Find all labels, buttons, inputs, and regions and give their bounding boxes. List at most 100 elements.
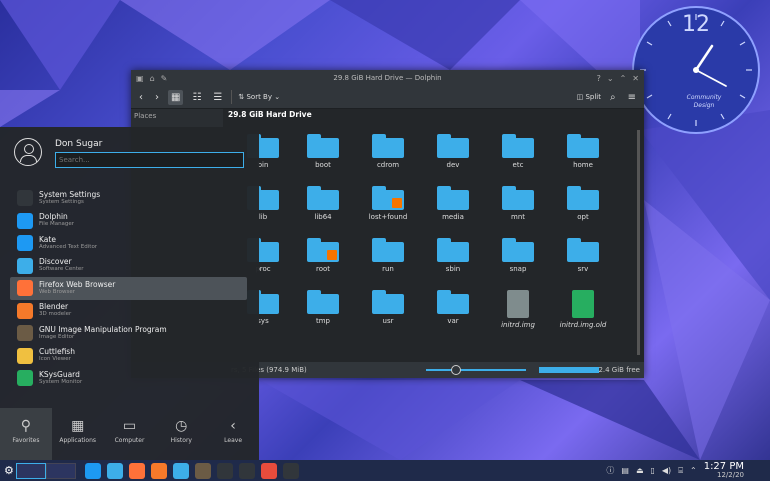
- file-item-boot[interactable]: boot: [293, 134, 353, 169]
- firefox-task-icon[interactable]: [128, 462, 145, 479]
- launcher-app-dolphin[interactable]: Dolphin File Manager: [10, 210, 247, 233]
- file-item-media[interactable]: media: [423, 186, 483, 221]
- file-item-sbin[interactable]: sbin: [423, 238, 483, 273]
- user-avatar-icon[interactable]: [14, 138, 42, 166]
- app-name: KSysGuard: [39, 369, 80, 379]
- tab-favorites[interactable]: ⚲ Favorites: [0, 408, 52, 460]
- icons-view-button[interactable]: ▦: [168, 89, 184, 105]
- file-item-usr[interactable]: usr: [358, 290, 418, 325]
- file-item-lib64[interactable]: lib64: [293, 186, 353, 221]
- app-description: 3D modeler: [39, 311, 72, 318]
- tab-applications[interactable]: ▦ Applications: [52, 408, 104, 460]
- dolphin-task-icon[interactable]: [84, 462, 101, 479]
- launcher-app-kate[interactable]: Kate Advanced Text Editor: [10, 232, 247, 255]
- window-title: 29.8 GiB Hard Drive — Dolphin: [333, 74, 442, 82]
- sort-by-button[interactable]: ⇅ Sort By ⌄: [238, 93, 280, 101]
- terminal2-task-icon[interactable]: [238, 462, 255, 479]
- launcher-app-cuttlefish[interactable]: Cuttlefish Icon Viewer: [10, 345, 247, 368]
- back-button[interactable]: ‹: [136, 90, 146, 105]
- kde-menu-icon[interactable]: ⚙: [4, 464, 14, 477]
- kate-task-icon[interactable]: [172, 462, 189, 479]
- favorites-list: System Settings System Settings Dolphin Fil…: [10, 187, 247, 390]
- app-icon: [17, 302, 33, 319]
- zoom-slider-track[interactable]: [426, 369, 526, 371]
- terminal-task-icon[interactable]: [216, 462, 233, 479]
- launcher-app-blender[interactable]: Blender 3D modeler: [10, 300, 247, 323]
- compact-view-button[interactable]: ☷: [189, 90, 204, 105]
- launcher-app-firefox-web-browser[interactable]: Firefox Web Browser Web Browser: [10, 277, 247, 300]
- pin-icon[interactable]: ✎: [161, 74, 168, 83]
- forward-button[interactable]: ›: [152, 90, 162, 105]
- favorites-icon: ⚲: [20, 418, 32, 434]
- file-grid[interactable]: bin boot cdrom dev etc home lib lib64 lost+found…: [231, 130, 631, 360]
- file-item-etc[interactable]: etc: [488, 134, 548, 169]
- expand-tray-icon[interactable]: ⌃: [690, 466, 697, 475]
- file-item-home[interactable]: home: [553, 134, 613, 169]
- tab-computer[interactable]: ▭ Computer: [104, 408, 156, 460]
- file-item-var[interactable]: var: [423, 290, 483, 325]
- search-button[interactable]: ⌕: [607, 90, 619, 105]
- ksysguard-task-icon[interactable]: [260, 462, 277, 479]
- devices-icon[interactable]: ⏏: [636, 466, 644, 475]
- app-description: System Settings: [39, 198, 84, 205]
- folder-icon: [307, 134, 339, 158]
- digital-clock[interactable]: 1:27 PM 12/2/20: [704, 461, 744, 480]
- history-icon: ◷: [175, 418, 188, 434]
- file-item-run[interactable]: run: [358, 238, 418, 273]
- volume-icon[interactable]: ◀): [662, 466, 671, 475]
- keep-above-icon[interactable]: ⌂: [150, 74, 155, 83]
- maximize-button[interactable]: ⌃: [620, 74, 627, 83]
- file-item-tmp[interactable]: tmp: [293, 290, 353, 325]
- launcher-app-discover[interactable]: Discover Software Center: [10, 255, 247, 278]
- launcher-app-ksysguard[interactable]: KSysGuard System Monitor: [10, 367, 247, 390]
- tab-leave[interactable]: ‹ Leave: [207, 408, 259, 460]
- file-item-cdrom[interactable]: cdrom: [358, 134, 418, 169]
- toolbar-separator: [231, 90, 233, 104]
- leave-icon: ‹: [230, 418, 236, 434]
- window-titlebar[interactable]: ▣ ⌂ ✎ 29.8 GiB Hard Drive — Dolphin ? ⌄ …: [131, 70, 644, 86]
- hamburger-menu-button[interactable]: ≡: [625, 90, 639, 105]
- file-label: snap: [509, 265, 527, 273]
- file-label: usr: [382, 317, 394, 325]
- network-icon[interactable]: ⌸: [678, 466, 683, 476]
- app-description: Image Editor: [39, 333, 75, 340]
- clipboard-icon[interactable]: ▤: [621, 466, 629, 475]
- breadcrumb[interactable]: 29.8 GiB Hard Drive: [228, 110, 312, 119]
- file-label: root: [315, 265, 331, 273]
- application-launcher[interactable]: Don Sugar System SettingsSystem Settings…: [0, 127, 259, 460]
- details-view-button[interactable]: ☰: [210, 90, 225, 105]
- file-item-lost-found[interactable]: lost+found: [358, 186, 418, 221]
- file-icon: [507, 290, 529, 318]
- file-item-mnt[interactable]: mnt: [488, 186, 548, 221]
- launcher-app-gnu-image-manipulation-program[interactable]: GNU Image Manipulation Program Image Edit…: [10, 322, 247, 345]
- zoom-slider-handle[interactable]: [451, 365, 461, 375]
- desktop-pager-1[interactable]: [15, 462, 46, 479]
- dolphin-app-icon: ▣: [136, 73, 144, 83]
- vertical-scrollbar[interactable]: [637, 130, 640, 355]
- battery-icon[interactable]: ▯: [651, 466, 655, 475]
- file-item-srv[interactable]: srv: [553, 238, 613, 273]
- help-button[interactable]: ?: [597, 74, 601, 83]
- gimp-task-icon[interactable]: [194, 462, 211, 479]
- split-button[interactable]: ◫ Split: [577, 93, 601, 101]
- file-item-initrd-img[interactable]: initrd.img: [488, 290, 548, 329]
- blender-task-icon[interactable]: [150, 462, 167, 479]
- desktop-pager-2[interactable]: [45, 462, 76, 479]
- close-button[interactable]: ✕: [632, 74, 639, 83]
- file-item-dev[interactable]: dev: [423, 134, 483, 169]
- minimize-button[interactable]: ⌄: [607, 74, 614, 83]
- app-name: Blender: [39, 302, 69, 312]
- file-item-root[interactable]: root: [293, 238, 353, 273]
- file-item-opt[interactable]: opt: [553, 186, 613, 221]
- file-item-initrd-img-old[interactable]: initrd.img.old: [553, 290, 613, 329]
- tab-history[interactable]: ◷ History: [155, 408, 207, 460]
- clock-date: 12/2/20: [717, 470, 744, 479]
- clock-brand: Community Design: [686, 94, 722, 109]
- search-input[interactable]: [55, 152, 244, 168]
- discover-task-icon[interactable]: [106, 462, 123, 479]
- konsole-task-icon[interactable]: [282, 462, 299, 479]
- file-item-snap[interactable]: snap: [488, 238, 548, 273]
- analog-clock-widget[interactable]: 12 Community Design: [632, 6, 760, 134]
- notifications-icon[interactable]: ⓘ: [606, 465, 614, 476]
- launcher-app-system-settings[interactable]: System Settings System Settings: [10, 187, 247, 210]
